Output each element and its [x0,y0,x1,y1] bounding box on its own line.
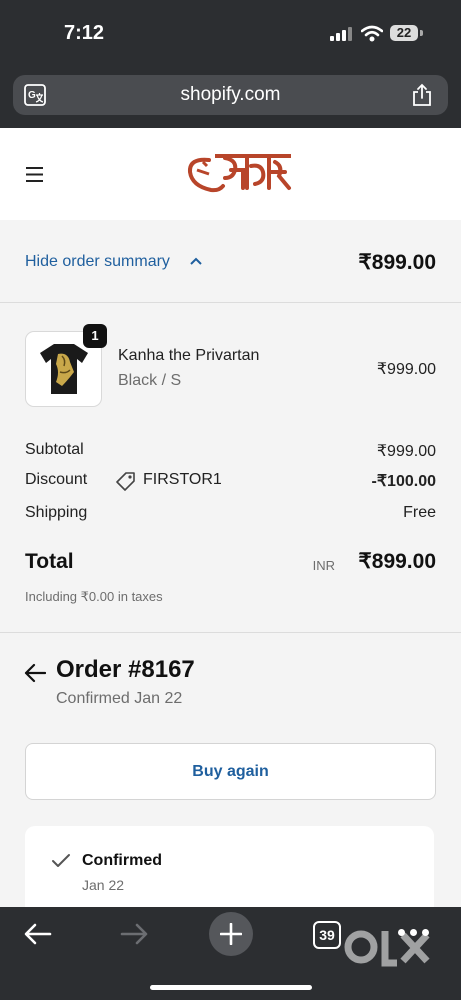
arrow-left-icon[interactable] [24,663,46,683]
olx-watermark [344,930,430,967]
wifi-icon [361,25,383,42]
order-number-title: Order #8167 [56,656,195,683]
subtotal-label: Subtotal [25,441,84,458]
store-logo[interactable] [185,148,297,198]
new-tab-button[interactable] [209,912,253,956]
product-name: Kanha the Privartan [118,347,260,364]
svg-text:G: G [28,90,36,101]
taxes-note: Including ₹0.00 in taxes [25,589,163,604]
battery-tip [420,30,423,36]
discount-label: Discount [25,471,88,488]
total-value: ₹899.00 [358,550,436,573]
tag-icon [116,472,135,491]
section-divider [0,632,461,633]
chevron-up-icon[interactable] [190,257,202,266]
tshirt-image [40,344,88,394]
status-bar: 7:12 22 [0,0,461,70]
summary-total-amount: ₹899.00 [358,251,436,274]
tab-count-button[interactable]: 39 [313,921,341,949]
battery-indicator: 22 [390,25,418,41]
home-indicator [150,985,312,990]
share-icon[interactable] [412,83,432,107]
currency-code: INR [312,558,335,573]
checkmark-icon [52,854,70,867]
plus-icon [220,923,242,945]
hamburger-menu-icon[interactable] [26,167,44,182]
forward-arrow-icon[interactable] [120,923,148,945]
translate-icon[interactable]: G [24,84,46,106]
hide-order-summary-link[interactable]: Hide order summary [25,253,170,271]
cellular-signal-icon [330,27,354,41]
url-text[interactable]: shopify.com [13,75,448,115]
discount-value: -₹100.00 [371,473,436,490]
quantity-badge: 1 [83,324,107,348]
status-title: Confirmed [82,852,162,869]
discount-code: FIRSTOR1 [143,471,222,488]
shipping-value: Free [403,504,436,521]
back-arrow-icon[interactable] [24,923,52,945]
store-header [0,128,461,220]
status-date: Jan 22 [82,877,125,893]
order-confirmed-date: Confirmed Jan 22 [56,690,183,707]
address-bar[interactable]: shopify.com G [13,75,448,115]
shipping-label: Shipping [25,504,88,521]
buy-again-button[interactable]: Buy again [25,743,436,800]
order-summary-toggle-bar[interactable]: Hide order summary ₹899.00 [0,220,461,303]
product-price: ₹999.00 [376,361,436,378]
subtotal-value: ₹999.00 [376,443,436,460]
clock: 7:12 [64,22,105,44]
total-label: Total [25,550,74,573]
product-variant: Black / S [118,372,182,389]
